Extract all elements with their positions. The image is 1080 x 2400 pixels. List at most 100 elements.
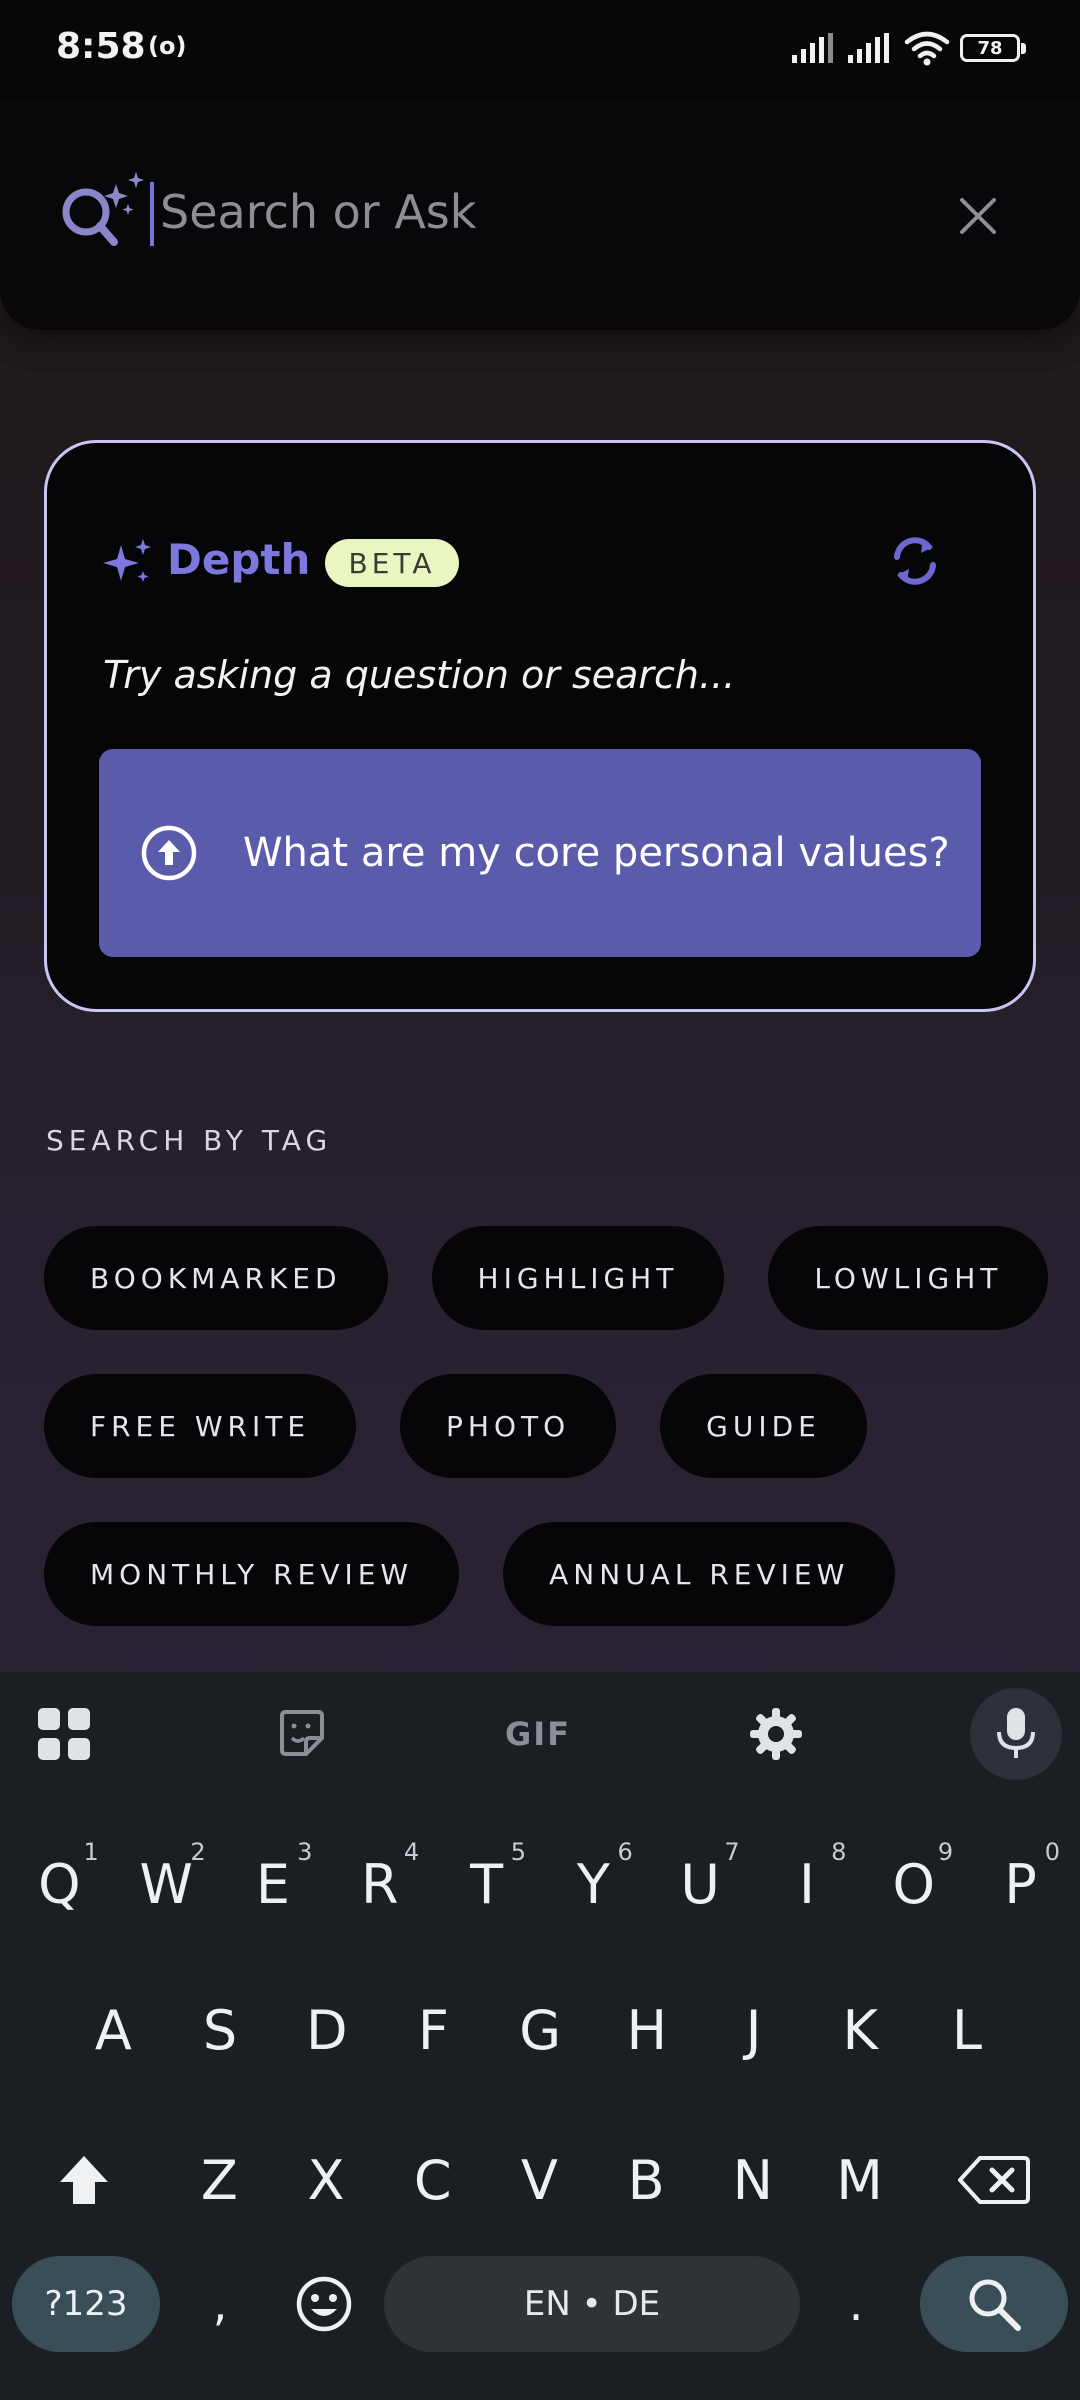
status-time: 8:58	[56, 26, 146, 67]
key-c[interactable]: C	[379, 2128, 486, 2232]
key-h[interactable]: H	[594, 1978, 701, 2082]
key-hint-number: 5	[510, 1838, 526, 1866]
tag-chip-monthly-review[interactable]: MONTHLY REVIEW	[44, 1522, 460, 1626]
depth-prompt: Try asking a question or search...	[103, 653, 736, 697]
key-w[interactable]: W2	[113, 1832, 220, 1936]
signal-icon	[792, 33, 833, 63]
key-label: I	[799, 1852, 815, 1916]
emoji-key[interactable]	[286, 2256, 362, 2352]
key-g[interactable]: G	[487, 1978, 594, 2082]
key-o[interactable]: O9	[860, 1832, 967, 1936]
key-hint-number: 1	[83, 1838, 99, 1866]
key-l[interactable]: L	[914, 1978, 1021, 2082]
key-label: S	[202, 1998, 238, 2062]
key-label: C	[413, 2148, 452, 2212]
battery-indicator: 78	[960, 34, 1026, 62]
symbols-key[interactable]: ?123	[12, 2256, 160, 2352]
tag-row-1: BOOKMARKED HIGHLIGHT LOWLIGHT	[44, 1226, 1049, 1330]
key-s[interactable]: S	[167, 1978, 274, 2082]
beta-badge: BETA	[325, 539, 459, 587]
sticker-icon[interactable]	[270, 1702, 334, 1766]
key-label: T	[470, 1852, 504, 1916]
backspace-key[interactable]	[944, 2128, 1044, 2232]
depth-title: Depth	[167, 535, 311, 584]
tag-chip-photo[interactable]: PHOTO	[400, 1374, 617, 1478]
key-label: W	[139, 1852, 193, 1916]
suggestion-label: What are my core personal values?	[243, 830, 950, 876]
search-input[interactable]	[160, 176, 920, 248]
gif-button[interactable]: GIF	[505, 1702, 570, 1766]
key-hint-number: 6	[617, 1838, 633, 1866]
key-label: H	[626, 1998, 668, 2062]
microphone-button[interactable]	[970, 1688, 1062, 1780]
comma-key[interactable]: ,	[190, 2256, 250, 2352]
key-label: N	[732, 2148, 774, 2212]
key-j[interactable]: J	[700, 1978, 807, 2082]
microphone-icon	[997, 1708, 1035, 1758]
shift-key[interactable]	[36, 2128, 132, 2232]
key-t[interactable]: T5	[433, 1832, 540, 1936]
key-label: B	[627, 2148, 665, 2212]
refresh-icon[interactable]	[885, 531, 945, 591]
key-hint-number: 7	[724, 1838, 740, 1866]
key-m[interactable]: M	[806, 2128, 913, 2232]
key-z[interactable]: Z	[166, 2128, 273, 2232]
key-d[interactable]: D	[273, 1978, 380, 2082]
key-n[interactable]: N	[700, 2128, 807, 2232]
key-label: Y	[576, 1852, 610, 1916]
hotspot-icon: (o)	[148, 32, 187, 60]
key-k[interactable]: K	[807, 1978, 914, 2082]
settings-gear-icon[interactable]	[744, 1702, 808, 1766]
key-y[interactable]: Y6	[540, 1832, 647, 1936]
key-label: P	[1004, 1852, 1037, 1916]
tag-heading: SEARCH BY TAG	[46, 1124, 333, 1157]
close-icon[interactable]	[950, 188, 1006, 244]
keyboard: G I F Q 1 W 2 E 3 R 4 T 5 Y 6 U 7 I 8 O 9 …	[0, 1672, 1080, 2400]
key-i[interactable]: I8	[754, 1832, 861, 1936]
key-b[interactable]: B	[593, 2128, 700, 2232]
key-q[interactable]: Q1	[6, 1832, 113, 1936]
key-r[interactable]: R4	[326, 1832, 433, 1936]
sparkle-icon	[103, 539, 151, 582]
tag-chip-lowlight[interactable]: LOWLIGHT	[768, 1226, 1049, 1330]
wifi-icon	[904, 31, 950, 66]
tag-chip-free-write[interactable]: FREE WRITE	[44, 1374, 357, 1478]
apps-grid-icon[interactable]	[32, 1702, 96, 1766]
tag-row-3: MONTHLY REVIEW ANNUAL REVIEW	[44, 1522, 896, 1626]
key-label: E	[255, 1852, 291, 1916]
key-x[interactable]: X	[273, 2128, 380, 2232]
backspace-icon	[958, 2156, 1030, 2204]
key-e[interactable]: E3	[220, 1832, 327, 1936]
tag-chip-bookmarked[interactable]: BOOKMARKED	[44, 1226, 388, 1330]
key-hint-number: 4	[403, 1838, 420, 1866]
key-p[interactable]: P0	[967, 1832, 1074, 1936]
suggestion-button[interactable]: What are my core personal values?	[99, 749, 981, 957]
key-label: Q	[38, 1852, 81, 1916]
spacebar[interactable]: EN • DE	[384, 2256, 800, 2352]
key-label: U	[680, 1852, 720, 1916]
key-label: D	[305, 1998, 348, 2062]
status-icons: 78	[792, 30, 1026, 66]
key-a[interactable]: A	[60, 1978, 167, 2082]
key-hint-number: 9	[937, 1838, 954, 1866]
key-label: O	[892, 1852, 936, 1916]
tag-chip-guide[interactable]: GUIDE	[660, 1374, 867, 1478]
arrow-up-circle-icon	[141, 825, 197, 881]
key-label: Z	[200, 2148, 238, 2212]
depth-card: Depth BETA Try asking a question or sear…	[44, 440, 1036, 1012]
search-header	[0, 100, 1080, 330]
signal-icon-2	[848, 33, 889, 63]
tag-chip-annual-review[interactable]: ANNUAL REVIEW	[503, 1522, 896, 1626]
tag-chip-highlight[interactable]: HIGHLIGHT	[431, 1226, 725, 1330]
tag-row-2: FREE WRITE PHOTO GUIDE	[44, 1374, 867, 1478]
period-key[interactable]: .	[826, 2256, 886, 2352]
search-action-key[interactable]	[920, 2256, 1068, 2352]
key-v[interactable]: V	[486, 2128, 593, 2232]
key-label: X	[307, 2148, 345, 2212]
key-label: A	[94, 1998, 132, 2062]
shift-arrow-icon	[60, 2156, 108, 2204]
keyboard-toolbar: GIF	[0, 1672, 1080, 1796]
key-u[interactable]: U7	[647, 1832, 754, 1936]
status-bar: 8:58 (o) 78	[0, 0, 1080, 100]
key-f[interactable]: F	[380, 1978, 487, 2082]
